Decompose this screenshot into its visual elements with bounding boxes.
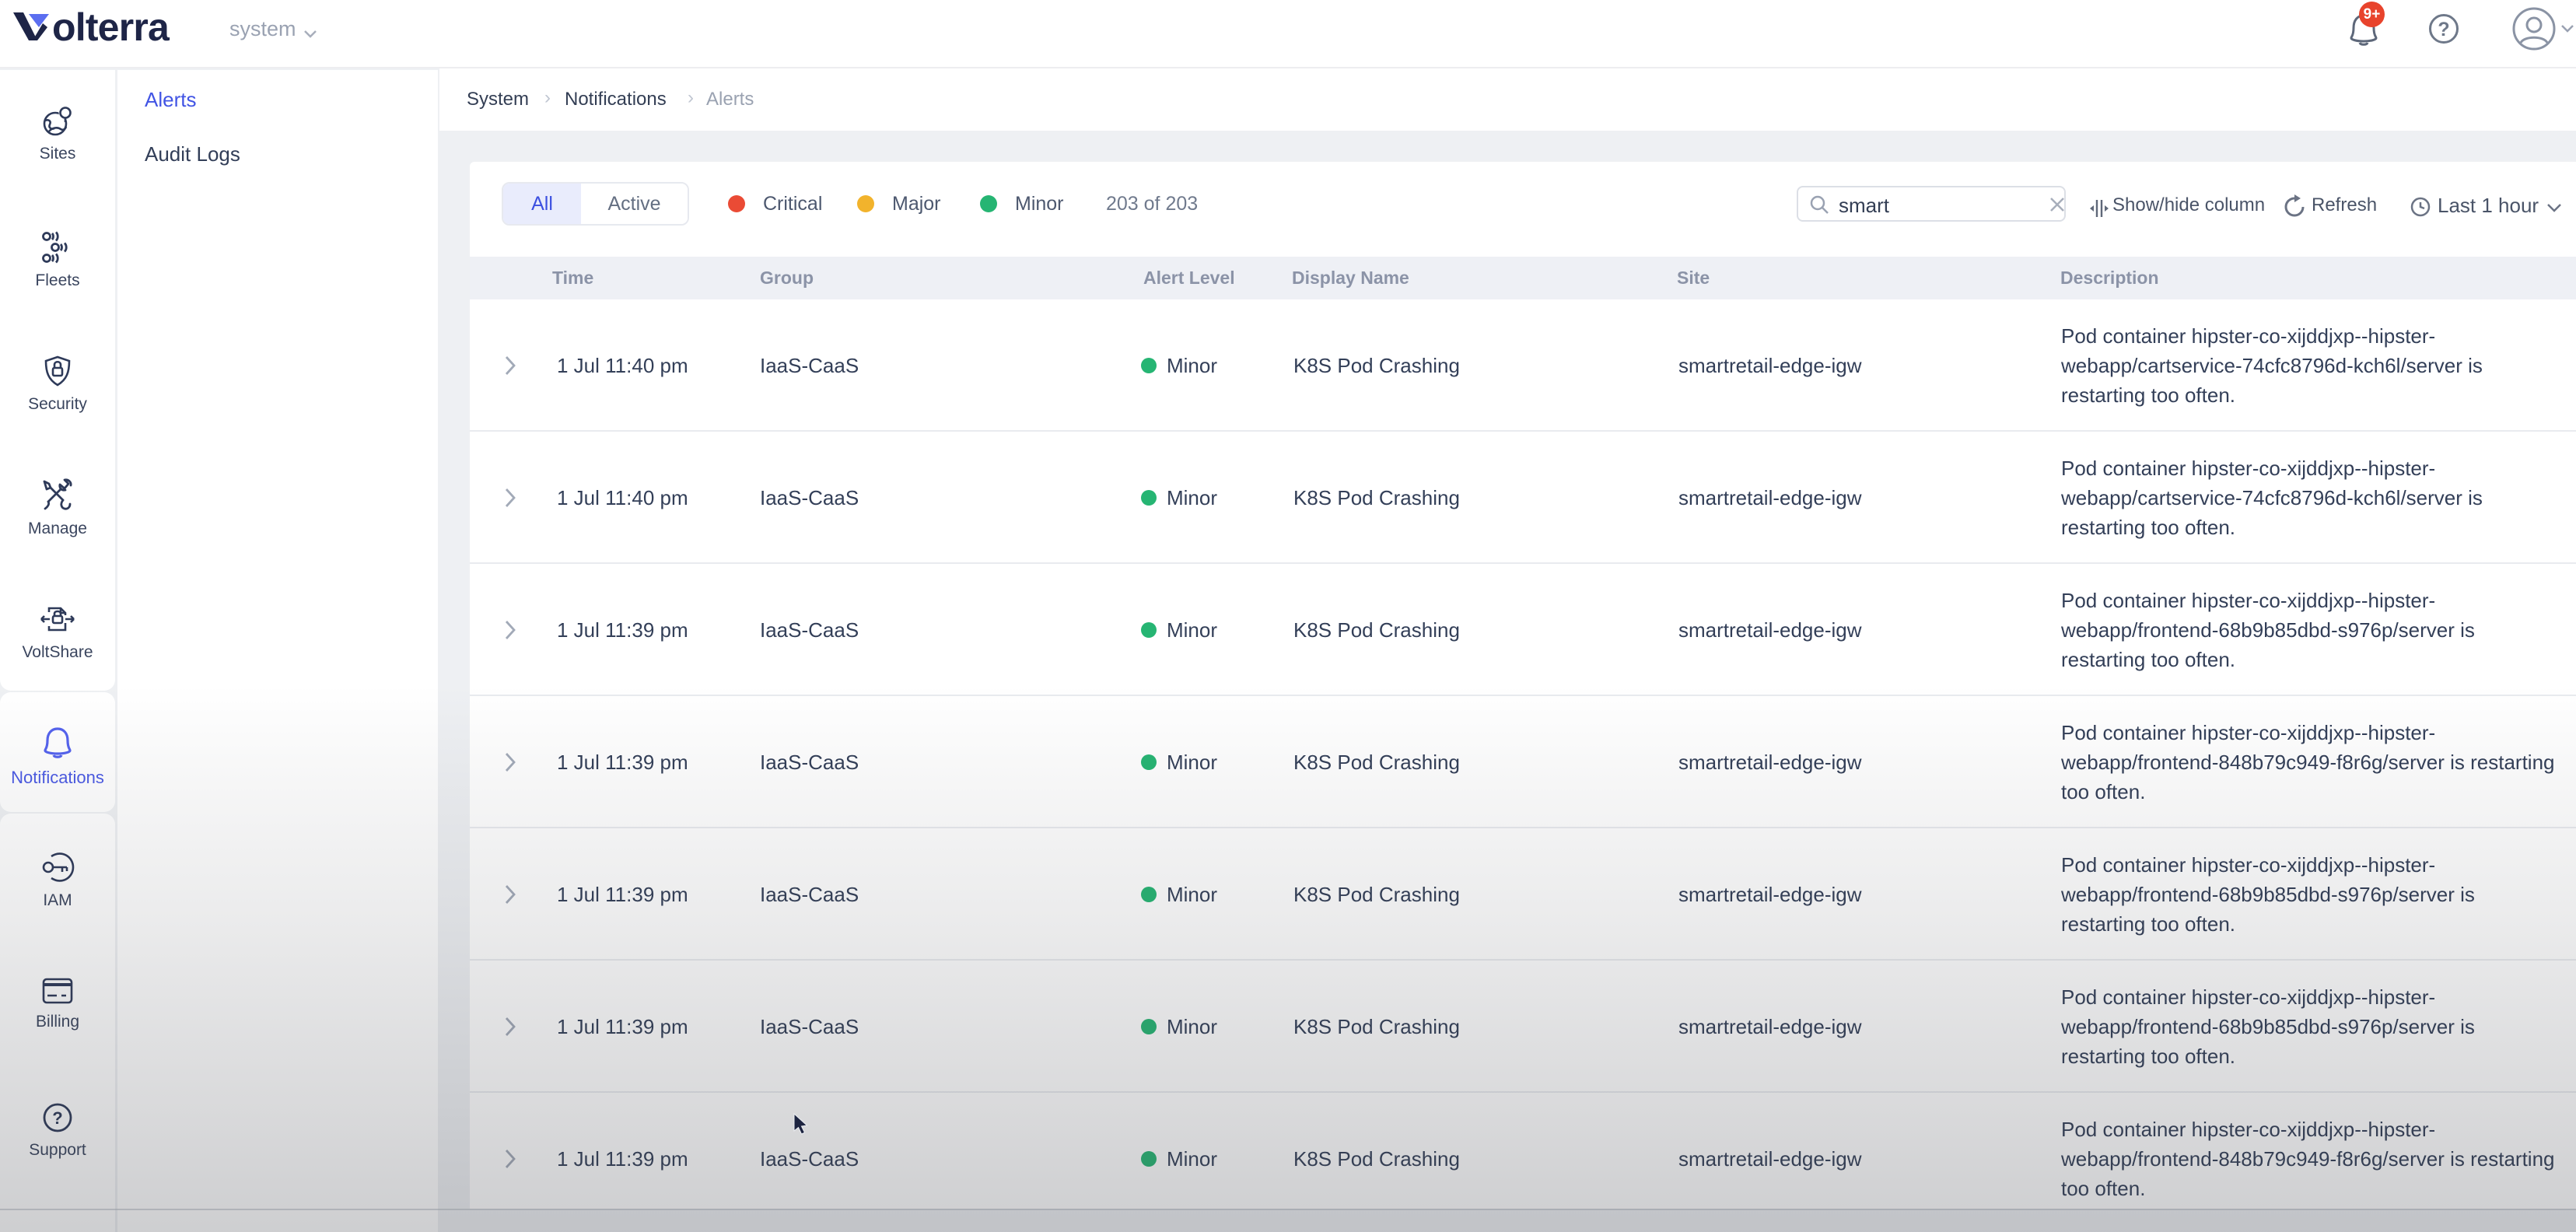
svg-text:olterra: olterra xyxy=(52,10,170,49)
svg-text:?: ? xyxy=(52,1108,62,1128)
